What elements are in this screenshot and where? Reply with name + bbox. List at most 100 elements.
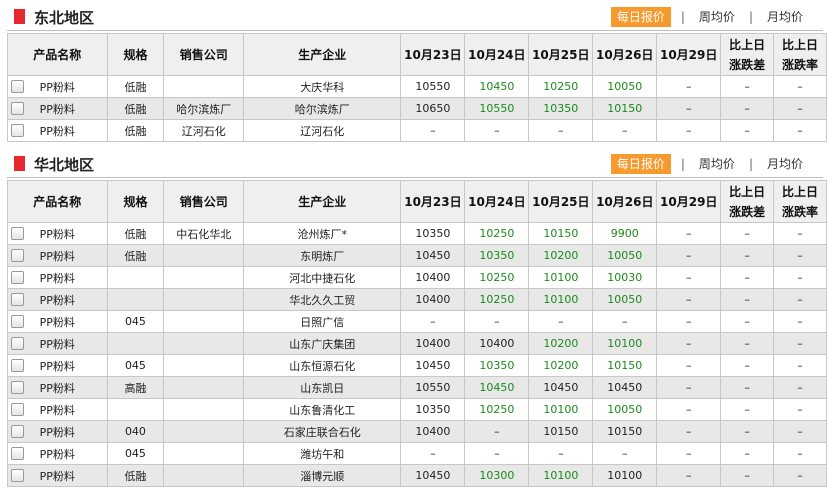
col-product: PP粉料 — [7, 222, 108, 245]
tab-daily-quote[interactable]: 每日报价 — [610, 154, 671, 174]
row-checkbox[interactable] — [11, 293, 24, 306]
tab-monthly-avg[interactable]: 月均价 — [763, 154, 807, 174]
table-row: PP粉料 低融 中石化华北 沧州炼厂* 10350 10250 10150 9900– – – — [7, 222, 827, 245]
col-diff: – — [720, 420, 775, 443]
col-spec: 045 — [106, 354, 165, 377]
product-name: PP粉料 — [39, 227, 75, 241]
tab-weekly-avg[interactable]: 周均价 — [695, 7, 739, 27]
col-company — [163, 288, 245, 311]
col-maker: 淄博元顺 — [243, 464, 402, 487]
col-oct24: – — [464, 310, 530, 333]
product-name: PP粉料 — [39, 249, 75, 263]
col-company — [163, 244, 245, 267]
row-checkbox[interactable] — [11, 102, 24, 115]
col-product: PP粉料 — [7, 420, 108, 443]
col-diff: – — [720, 97, 775, 120]
col-oct29: – — [656, 398, 722, 421]
col-rate: – — [773, 420, 827, 443]
col-product: PP粉料 — [7, 354, 108, 377]
col-oct25: 10100 — [528, 464, 594, 487]
row-checkbox[interactable] — [11, 469, 24, 482]
col-oct25: 10100 — [528, 288, 594, 311]
product-name: PP粉料 — [39, 403, 75, 417]
row-checkbox[interactable] — [11, 80, 24, 93]
header-col-oct24: 10月24日 — [464, 33, 530, 76]
col-rate: – — [773, 119, 827, 142]
region-header-northeast: 东北地区 每日报价 | 周均价 | 月均价 — [0, 6, 827, 30]
row-checkbox[interactable] — [11, 425, 24, 438]
table-row: PP粉料 045 山东恒源石化 10450 10350 10200 10150– – – — [7, 354, 827, 377]
row-checkbox[interactable] — [11, 337, 24, 350]
col-oct25: – — [528, 310, 594, 333]
header-col-oct24: 10月24日 — [464, 180, 530, 223]
col-company: 中石化华北 — [163, 222, 245, 245]
col-product: PP粉料 — [7, 442, 108, 465]
table-row: PP粉料 040 石家庄联合石化 10400–10150 10150– – – — [7, 420, 827, 443]
col-oct26: 10030 — [592, 266, 658, 289]
col-oct23: 10450 — [400, 244, 466, 267]
row-checkbox[interactable] — [11, 315, 24, 328]
col-rate: – — [773, 75, 827, 98]
col-maker: 石家庄联合石化 — [243, 420, 402, 443]
header-col-maker: 生产企业 — [243, 33, 402, 76]
col-company: 辽河石化 — [163, 119, 245, 142]
region-title: 东北地区 — [34, 9, 95, 27]
col-oct25: 10100 — [528, 398, 594, 421]
col-company — [163, 376, 245, 399]
col-product: PP粉料 — [7, 464, 108, 487]
header-col-oct29: 10月29日 — [656, 33, 722, 76]
col-oct24: 10350 — [464, 354, 530, 377]
col-rate: – — [773, 354, 827, 377]
col-diff: – — [720, 398, 775, 421]
row-checkbox[interactable] — [11, 403, 24, 416]
row-checkbox[interactable] — [11, 271, 24, 284]
col-spec: 040 — [106, 420, 165, 443]
col-spec: 低融 — [106, 119, 165, 142]
col-oct25: – — [528, 119, 594, 142]
col-spec: 低融 — [106, 97, 165, 120]
col-oct29: – — [656, 119, 722, 142]
tab-daily-quote[interactable]: 每日报价 — [610, 7, 671, 27]
row-checkbox[interactable] — [11, 359, 24, 372]
col-oct26: 10100 — [592, 332, 658, 355]
table-row: PP粉料 华北久久工贸 10400 10250 10100 10050– – – — [7, 288, 827, 311]
header-col-spec: 规格 — [106, 180, 165, 223]
row-checkbox[interactable] — [11, 447, 24, 460]
table-row: PP粉料 低融 哈尔滨炼厂 哈尔滨炼厂 10650 10550 10350 10150– – – — [7, 97, 827, 120]
col-oct26: – — [592, 119, 658, 142]
table-row: PP粉料 低融 东明炼厂 10450 10350 10200 10050– – – — [7, 244, 827, 267]
col-diff: – — [720, 75, 775, 98]
col-oct29: – — [656, 332, 722, 355]
col-oct26: 10050 — [592, 398, 658, 421]
header-col-oct26: 10月26日 — [592, 180, 658, 223]
row-checkbox[interactable] — [11, 227, 24, 240]
col-rate: – — [773, 376, 827, 399]
table-row: PP粉料 高融 山东凯日 10550 10450 10450 10450– – – — [7, 376, 827, 399]
row-checkbox[interactable] — [11, 381, 24, 394]
row-checkbox[interactable] — [11, 249, 24, 262]
col-oct24: – — [464, 442, 530, 465]
tab-weekly-avg[interactable]: 周均价 — [695, 154, 739, 174]
col-oct25: 10250 — [528, 75, 594, 98]
col-rate: – — [773, 222, 827, 245]
header-col-company: 销售公司 — [163, 180, 245, 223]
col-oct23: 10650 — [400, 97, 466, 120]
region-header-north: 华北地区 每日报价 | 周均价 | 月均价 — [0, 153, 827, 177]
col-maker: 山东凯日 — [243, 376, 402, 399]
col-product: PP粉料 — [7, 398, 108, 421]
col-maker: 大庆华科 — [243, 75, 402, 98]
col-oct25: – — [528, 442, 594, 465]
table-row: PP粉料 山东鲁清化工 10350 10250 10100 10050– – – — [7, 398, 827, 421]
col-oct29: – — [656, 222, 722, 245]
product-name: PP粉料 — [39, 315, 75, 329]
col-oct26: 10050 — [592, 244, 658, 267]
col-oct26: – — [592, 310, 658, 333]
col-maker: 山东广庆集团 — [243, 332, 402, 355]
col-maker: 哈尔滨炼厂 — [243, 97, 402, 120]
tab-monthly-avg[interactable]: 月均价 — [763, 7, 807, 27]
col-product: PP粉料 — [7, 75, 108, 98]
col-maker: 山东鲁清化工 — [243, 398, 402, 421]
col-oct26: 10150 — [592, 420, 658, 443]
row-checkbox[interactable] — [11, 124, 24, 137]
tab-bar: 每日报价 | 周均价 | 月均价 — [610, 6, 807, 28]
